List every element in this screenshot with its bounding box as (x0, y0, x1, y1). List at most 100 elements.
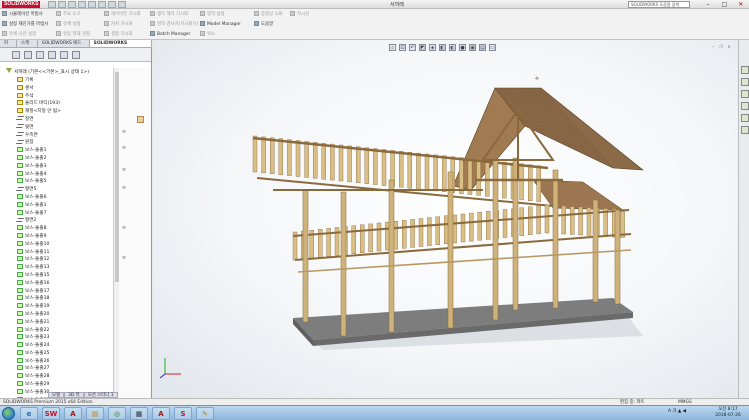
select-icon[interactable] (98, 1, 106, 8)
command-button[interactable]: 동영상 녹화 (254, 11, 283, 18)
custom-properties-icon[interactable] (741, 126, 749, 134)
tree-node[interactable]: 보스-돌출22 (17, 326, 115, 335)
tree-node[interactable]: 원점 (15, 139, 115, 147)
solidworks-icon[interactable]: SW (42, 407, 60, 420)
command-button[interactable]: 도움말 (254, 21, 273, 28)
rebuild-icon[interactable] (108, 1, 116, 8)
close-button[interactable]: ✕ (733, 0, 749, 9)
tree-node[interactable]: 보스-돌출9 (17, 232, 115, 241)
save-icon[interactable] (68, 1, 76, 8)
tree-node[interactable]: 보스-돌출24 (17, 342, 115, 350)
command-tab[interactable]: 스케치 (17, 40, 38, 54)
tree-node[interactable]: 보스-돌출29 (17, 381, 115, 389)
tree-node[interactable]: 보스-돌출11 (17, 248, 115, 257)
tree-node[interactable]: 보스-돌출20 (17, 310, 115, 319)
undo-icon[interactable] (88, 1, 96, 8)
command-tab[interactable]: SOLIDWORKS Plastics (89, 40, 152, 54)
dimxpert-manager-tab-icon[interactable] (48, 51, 56, 59)
print-icon[interactable] (78, 1, 86, 8)
bottom-tab[interactable]: 모션 스터디 1 (83, 392, 118, 398)
autocad-icon[interactable]: A (64, 407, 82, 420)
app-icon[interactable]: ▦ (130, 407, 148, 420)
command-button[interactable]: 결합 가시화 (104, 31, 133, 38)
command-tab[interactable]: SOLIDWORKS 애드인 (38, 40, 90, 54)
help-search-input[interactable]: SOLIDWORKS 도움말 검색 (628, 1, 690, 8)
graphics-area[interactable]: ⌕ ⊡ ↶ ◩ ◈ ◧ ◐ ● ▣ ▤ ▭ – ❐ ✕ ⟡ (153, 40, 738, 398)
minimize-button[interactable]: – (700, 0, 716, 9)
tree-root-part[interactable]: 서까래 (기본<<기본>_표시 상태 1>) (14, 69, 89, 75)
bottom-tab[interactable]: 3D 뷰 (64, 392, 84, 398)
command-button[interactable]: 커서 가시화 (104, 21, 133, 28)
tree-node[interactable]: 보스-돌출10 (17, 240, 115, 249)
tree-node[interactable]: 보스-돌출23 (17, 334, 115, 342)
open-icon[interactable] (58, 1, 66, 8)
solidworks-2-icon[interactable]: S (174, 407, 192, 420)
tree-node[interactable]: 보스-돌출21 (17, 318, 115, 327)
tree-node[interactable]: 보스-돌출12 (17, 256, 115, 264)
command-button[interactable]: 영역 설정 (200, 11, 225, 18)
resources-icon[interactable] (741, 66, 749, 74)
tree-node[interactable]: 보스-돌출28 (17, 373, 115, 381)
command-tab[interactable]: 피처 (0, 40, 17, 54)
command-button[interactable]: 유동 목재 관찰 (56, 31, 90, 38)
bottom-tab[interactable]: 모델 (48, 392, 65, 398)
autocad-2-icon[interactable]: A (152, 407, 170, 420)
new-document-icon[interactable] (48, 1, 56, 8)
tree-node[interactable]: 우측면 (15, 132, 115, 140)
filter-icon[interactable] (6, 68, 12, 73)
tree-node[interactable]: 보스-돌출15 (17, 271, 115, 280)
options-icon[interactable] (118, 1, 126, 8)
tree-node[interactable]: 보스-돌출7 (17, 209, 115, 218)
tree-node[interactable]: 보스-돌출18 (17, 295, 115, 303)
tree-node[interactable]: 보스-돌출13 (17, 264, 115, 272)
file-explorer-pane-icon[interactable] (741, 90, 749, 98)
command-button[interactable]: 생각 해석 가시화 (150, 11, 188, 18)
tree-node[interactable]: 평면2 (15, 217, 115, 225)
tree-node[interactable]: 보스-돌출5 (17, 178, 115, 186)
tree-node[interactable]: 정면 (15, 116, 115, 124)
command-button[interactable]: Model Manager (200, 21, 241, 28)
command-button[interactable]: 주요 도구 (56, 11, 81, 18)
command-button[interactable]: 작시선 (290, 11, 309, 18)
appearances-icon[interactable] (741, 114, 749, 122)
command-button[interactable]: 영역 검사기(가시화기) (150, 21, 198, 28)
internet-explorer-icon[interactable]: e (20, 407, 38, 420)
command-button[interactable]: Batch Manager (150, 31, 190, 38)
tree-node[interactable]: 기록 (17, 77, 115, 85)
tree-node[interactable]: 보스-돌출19 (17, 303, 115, 311)
tree-node[interactable]: 센서 (17, 84, 115, 93)
tree-node[interactable]: 보스-돌출26 (17, 357, 115, 366)
tree-node[interactable]: 윗면 (15, 124, 115, 132)
property-manager-tab-icon[interactable] (24, 51, 32, 59)
command-button[interactable]: 시뮬레이션 마법사 (2, 11, 43, 18)
maximize-button[interactable]: □ (716, 0, 732, 9)
timber-frame-model[interactable]: ⟡ (153, 40, 738, 398)
command-button[interactable]: 유체 설정 (56, 21, 81, 28)
appearance-swatch-icon[interactable] (137, 116, 144, 123)
command-button[interactable]: 설정 재인가를 마법사 (2, 21, 48, 28)
file-explorer-icon[interactable]: ▤ (86, 407, 104, 420)
tree-node[interactable]: 솔리드 바디(193) (17, 100, 115, 108)
tree-node[interactable]: 보스-돌출3 (17, 162, 115, 171)
command-button[interactable]: 위소 (200, 31, 215, 38)
tree-node[interactable]: 재질<지정 안 됨> (17, 108, 115, 116)
configuration-manager-tab-icon[interactable] (36, 51, 44, 59)
tree-node[interactable]: 보스-돌출4 (17, 170, 115, 179)
command-button[interactable]: 유체 사전 설정 (2, 31, 36, 38)
tree-node[interactable]: 보스-돌출1 (17, 147, 115, 155)
plastics-manager-tab-icon[interactable] (72, 51, 80, 59)
system-tray[interactable]: A 가 ▲ ◀ (668, 408, 686, 414)
tree-node[interactable]: 보스-돌출8 (17, 225, 115, 233)
paint-icon[interactable]: ✎ (196, 407, 214, 420)
tree-node[interactable]: 평면5 (15, 186, 115, 194)
tree-node[interactable]: 보스-돌출27 (17, 365, 115, 373)
start-button[interactable] (2, 407, 15, 420)
tree-node[interactable]: 보스-돌출25 (17, 349, 115, 358)
tree-node[interactable]: 보스-돌출6 (17, 193, 115, 202)
clock[interactable]: 오전 8:17 2018-07-26 (712, 407, 744, 419)
tree-node[interactable]: 보스-돌출16 (17, 279, 115, 288)
tree-node[interactable]: 주석 (17, 92, 115, 101)
feature-manager-tab-icon[interactable] (12, 51, 20, 59)
tree-node[interactable]: 보스-돌출17 (17, 287, 115, 296)
command-button[interactable]: 레이아웃 가시화 (104, 11, 141, 18)
